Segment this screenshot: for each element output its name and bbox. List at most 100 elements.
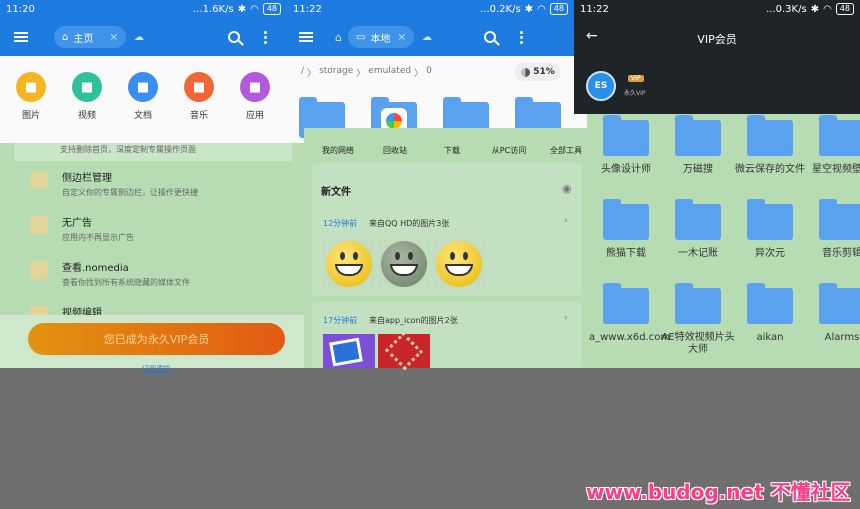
watermark-text: www.budog.net 不懂社区 (586, 480, 851, 504)
eye-icon[interactable]: ◉ (562, 182, 572, 195)
panel-local: 11:22 ...0.2K/s ✱ ◠ 48 ⌂ ▭ 本地 × ☁ / 〉 sto… (287, 0, 574, 143)
folder-label[interactable]: 微云保存的文件 (733, 164, 807, 176)
chevron-right-icon[interactable]: › (564, 216, 568, 226)
network-speed: ...0.2K/s (480, 3, 521, 15)
more-options-icon[interactable] (519, 30, 523, 44)
feature-desc: 查看你找到所有系统隐藏的媒体文件 (62, 278, 190, 287)
home-icon[interactable]: ⌂ (335, 31, 342, 44)
folder-label[interactable]: 万磁搜 (661, 164, 735, 176)
tab-home[interactable]: ⌂ 主页 × (54, 26, 126, 48)
category-image[interactable]: ■ 图片 (11, 72, 51, 121)
folder-label[interactable]: 星空视频壁纸 (805, 164, 860, 176)
feature-title: 侧边栏管理 (62, 173, 112, 184)
cloud-icon[interactable]: ☁ (422, 32, 432, 43)
group-time: 17分钟前 (323, 316, 358, 325)
folder-icon[interactable] (747, 115, 793, 156)
top-bar: ⌂ ▭ 本地 × ☁ (287, 18, 574, 56)
android-icon: ■ (240, 72, 270, 102)
image-thumbnail[interactable] (433, 238, 485, 290)
battery-icon: 48 (262, 3, 281, 15)
folder-label[interactable]: 头像设计师 (589, 164, 663, 176)
tool-shortcut[interactable]: 全部工具 (541, 145, 591, 156)
breadcrumb-current[interactable]: 0 (426, 66, 432, 79)
feature-item[interactable]: 无广告 应用内不再显示广告 (30, 214, 134, 243)
more-options-icon[interactable] (264, 30, 267, 44)
app-icon-thumbnail[interactable] (378, 331, 430, 371)
folder-label[interactable]: Alarms (805, 332, 860, 344)
tab-local[interactable]: ▭ 本地 × (347, 26, 414, 48)
close-tab-icon[interactable]: × (110, 32, 118, 43)
search-icon[interactable] (228, 31, 240, 43)
category-label: 音乐 (189, 111, 208, 121)
folder-label[interactable]: 熊猫下载 (589, 248, 663, 260)
panel-home: 11:20 ...1.6K/s ✱ ◠ 48 ⌂ 主页 × ☁ ■ 图片 ■ 视频 ■ 文… (0, 0, 287, 143)
feature-title: 查看.nomedia (62, 263, 129, 274)
category-android[interactable]: ■ 应用 (235, 72, 275, 121)
menu-icon[interactable] (299, 32, 313, 42)
breadcrumb-root[interactable]: / (301, 66, 304, 79)
status-time: 11:22 (293, 3, 322, 15)
new-files-title: 新文件 (321, 187, 351, 198)
folder-label[interactable]: 音乐剪辑 (805, 248, 860, 260)
feature-icon (30, 261, 48, 279)
folder-icon[interactable] (603, 199, 649, 240)
cloud-icon[interactable]: ☁ (134, 32, 144, 43)
vip-status-button[interactable]: 您已成为永久VIP会员 (28, 323, 285, 355)
category-label: 图片 (21, 111, 40, 121)
avatar[interactable]: ES (586, 71, 616, 101)
category-label: 应用 (245, 111, 264, 121)
folder-label[interactable]: a_www.x6d.com (589, 332, 670, 344)
folder-icon[interactable] (675, 115, 721, 156)
folder-icon[interactable] (747, 283, 793, 324)
network-speed: ...1.6K/s (193, 3, 234, 15)
folder-label[interactable]: AE特效视频片头大师 (661, 332, 735, 356)
status-bar: 11:22 ...0.3K/s ✱ ◠ 48 (574, 0, 860, 18)
wifi-icon: ◠ (823, 3, 832, 15)
panel-vip: 11:22 ...0.3K/s ✱ ◠ 48 ← VIP会员 ES VIP 永久… (574, 0, 860, 128)
feature-desc: 应用内不再显示广告 (62, 233, 134, 242)
watermark: www.budog.net 不懂社区 (586, 476, 851, 505)
feature-icon (30, 171, 48, 189)
image-thumbnail[interactable] (378, 238, 430, 290)
home-icon: ⌂ (62, 31, 69, 43)
folder-icon[interactable] (747, 199, 793, 240)
folder-label[interactable]: 一木记账 (661, 248, 735, 260)
category-video[interactable]: ■ 视频 (67, 72, 107, 121)
vip-profile-card (574, 56, 860, 114)
folder-icon[interactable] (603, 115, 649, 156)
tool-shortcut[interactable]: 我的网络 (313, 145, 363, 156)
image-thumbnail[interactable] (323, 238, 375, 290)
feature-desc: 自定义你的专属侧边栏，让操作更快捷 (62, 188, 198, 197)
storage-usage-chip[interactable]: 51% (515, 63, 561, 81)
chevron-right-icon[interactable]: › (564, 313, 568, 323)
folder-icon[interactable] (675, 199, 721, 240)
app-icon-thumbnail[interactable] (323, 334, 375, 368)
feature-item[interactable]: 侧边栏管理自定义你的专属侧边栏，让操作更快捷 (30, 169, 198, 198)
tool-shortcut[interactable]: 下载 (427, 145, 477, 156)
folder-grid: 头像设计师万磁搜微云保存的文件星空视频壁纸熊猫下载一木记账异次元音乐剪辑 a_ww… (587, 114, 860, 368)
menu-icon[interactable] (14, 32, 28, 42)
folder-icon[interactable] (819, 283, 860, 324)
search-icon[interactable] (483, 31, 496, 43)
tool-shortcut[interactable]: 从PC访问 (484, 145, 534, 156)
close-tab-icon[interactable]: × (398, 32, 406, 43)
folder-icon[interactable] (675, 283, 721, 324)
folder-icon[interactable] (603, 283, 649, 324)
folder-label[interactable]: aikan (733, 332, 807, 344)
group-source: 来自QQ HD的图片3张 (369, 219, 450, 228)
category-document[interactable]: ■ 文档 (123, 72, 163, 121)
folder-icon[interactable] (819, 115, 860, 156)
feature-desc: 支持删除首页，深度定制专属操作页面 (60, 145, 196, 154)
breadcrumb-emulated[interactable]: emulated (368, 66, 411, 79)
document-icon: ■ (128, 72, 158, 102)
breadcrumb-storage[interactable]: storage (319, 66, 353, 79)
feature-item[interactable]: 查看.nomedia 查看你找到所有系统隐藏的媒体文件 (30, 259, 190, 288)
image-icon: ■ (16, 72, 46, 102)
folder-label[interactable]: 异次元 (733, 248, 807, 260)
category-music[interactable]: ■ 音乐 (179, 72, 219, 121)
vip-status-label: 您已成为永久VIP会员 (103, 333, 210, 346)
tab-local-label: 本地 (370, 33, 391, 45)
subscribe-terms-link[interactable]: 订阅须知 (142, 364, 170, 374)
tool-shortcut[interactable]: 回收站 (370, 145, 420, 156)
folder-icon[interactable] (819, 199, 860, 240)
